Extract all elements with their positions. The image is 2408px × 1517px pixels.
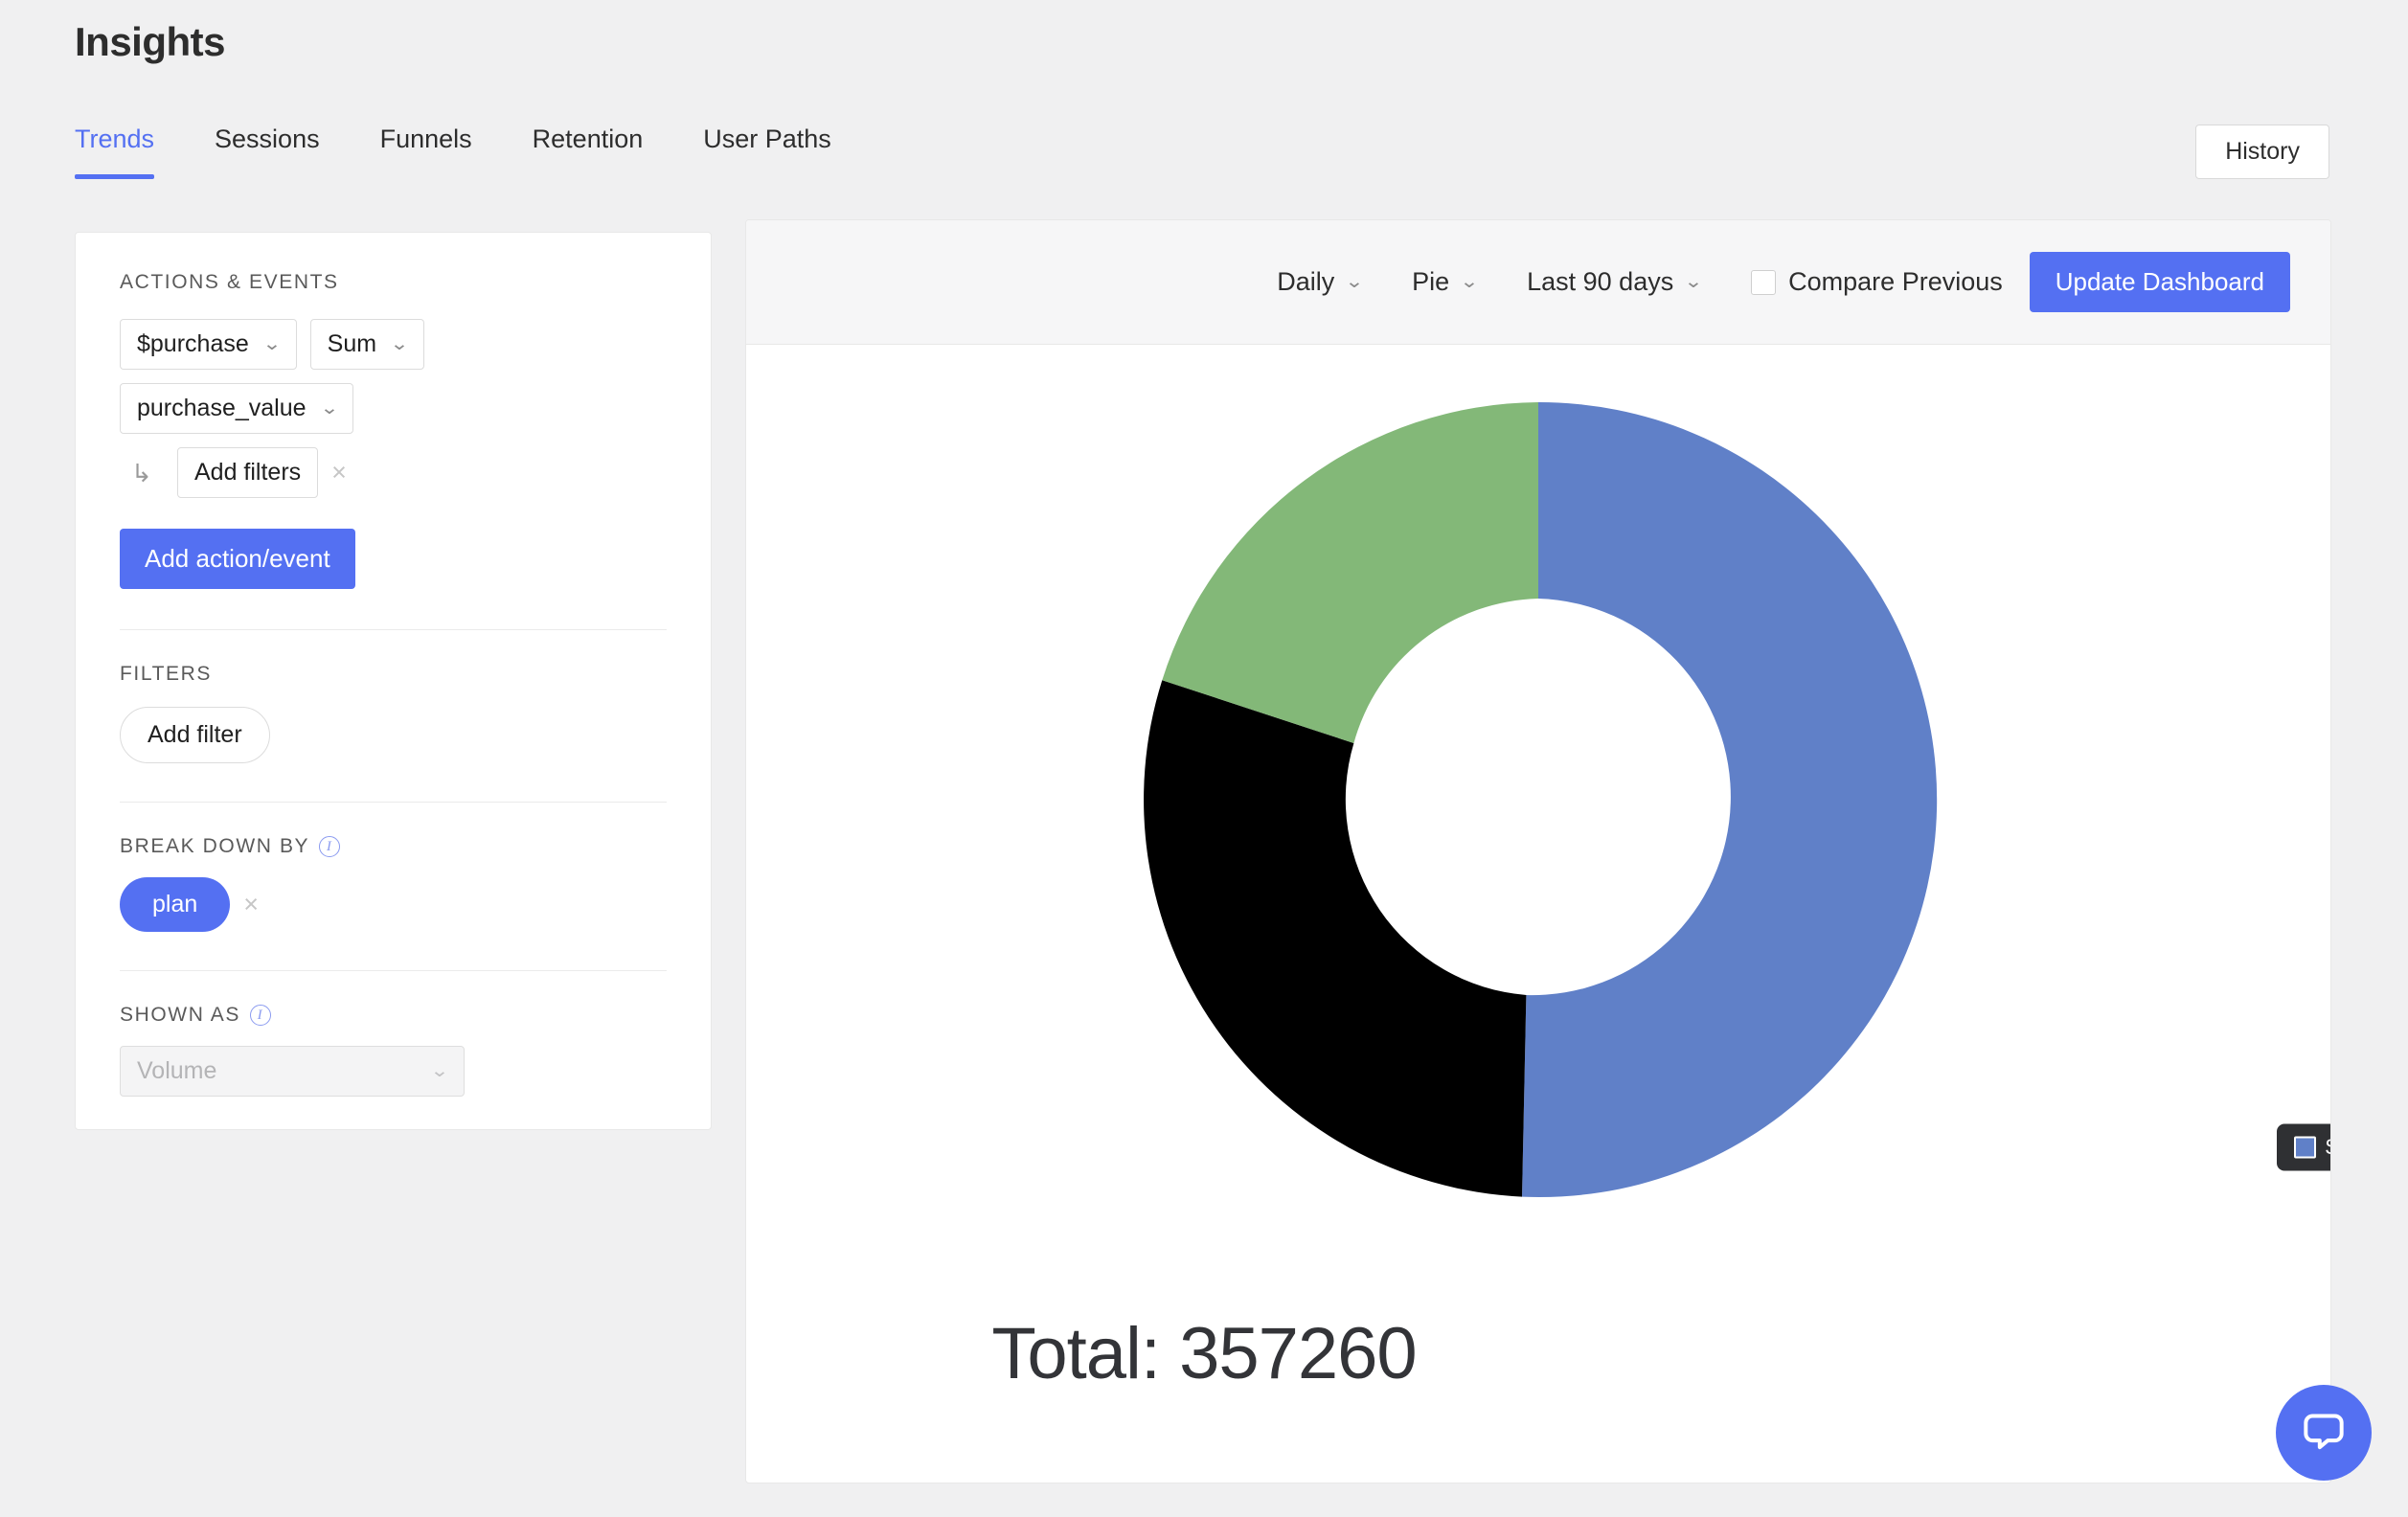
- chart-toolbar: Daily ⌄ Pie ⌄ Last 90 days ⌄ Compare Pre…: [746, 220, 2330, 345]
- tab-retention[interactable]: Retention: [533, 125, 644, 179]
- compare-previous-checkbox[interactable]: [1751, 270, 1776, 295]
- event-select[interactable]: $purchase ⌄: [120, 319, 297, 370]
- breakdown-tag-plan[interactable]: plan: [120, 877, 230, 932]
- breakdown-label: BREAK DOWN BY i: [120, 835, 667, 858]
- donut-slice-premium: [1522, 402, 1937, 1197]
- shown-as-value: Volume: [137, 1057, 216, 1085]
- chart-tooltip: $purchase - premium: 176430: [2277, 1124, 2331, 1171]
- add-action-event-button[interactable]: Add action/event: [120, 529, 355, 589]
- chart-type-select[interactable]: Pie ⌄: [1412, 267, 1477, 297]
- math-select-value: Sum: [328, 330, 376, 358]
- math-select[interactable]: Sum ⌄: [310, 319, 424, 370]
- chat-bubble-icon: [2297, 1406, 2351, 1460]
- chart-panel: Daily ⌄ Pie ⌄ Last 90 days ⌄ Compare Pre…: [745, 219, 2331, 1483]
- update-dashboard-button[interactable]: Update Dashboard: [2030, 252, 2290, 312]
- chart-total-label: Total: 357260: [0, 1312, 2408, 1395]
- insights-page: Insights Trends Sessions Funnels Retenti…: [0, 0, 2408, 1517]
- insight-config-panel: ACTIONS & EVENTS $purchase ⌄ Sum ⌄ purch…: [75, 232, 712, 1130]
- chevron-down-icon: ⌄: [390, 335, 409, 353]
- actions-events-label: ACTIONS & EVENTS: [120, 271, 667, 294]
- tab-bar: Trends Sessions Funnels Retention User P…: [75, 125, 892, 179]
- chevron-down-icon: ⌄: [1460, 273, 1479, 291]
- shown-as-label: SHOWN AS i: [120, 1004, 667, 1027]
- compare-previous-control[interactable]: Compare Previous: [1751, 267, 2003, 297]
- chart-type-value: Pie: [1412, 267, 1449, 297]
- chat-widget-button[interactable]: [2276, 1385, 2372, 1481]
- date-range-select[interactable]: Last 90 days ⌄: [1527, 267, 1701, 297]
- interval-select[interactable]: Daily ⌄: [1277, 267, 1362, 297]
- chevron-down-icon: ⌄: [1345, 273, 1364, 291]
- donut-slice-free: [1144, 680, 1526, 1196]
- chevron-down-icon: ⌄: [430, 1062, 449, 1080]
- tab-trends[interactable]: Trends: [75, 125, 154, 179]
- tab-sessions[interactable]: Sessions: [215, 125, 320, 179]
- donut-chart[interactable]: [1093, 350, 1984, 1250]
- interval-value: Daily: [1277, 267, 1334, 297]
- history-button[interactable]: History: [2195, 125, 2329, 179]
- page-title: Insights: [75, 19, 225, 65]
- info-icon[interactable]: i: [319, 836, 340, 857]
- filters-label: FILTERS: [120, 663, 667, 686]
- compare-previous-label: Compare Previous: [1788, 267, 2003, 297]
- tab-user-paths[interactable]: User Paths: [703, 125, 831, 179]
- property-select[interactable]: purchase_value ⌄: [120, 383, 353, 434]
- remove-event-icon[interactable]: ×: [331, 460, 347, 486]
- add-filters-button[interactable]: Add filters: [177, 447, 318, 498]
- date-range-value: Last 90 days: [1527, 267, 1673, 297]
- shown-as-select[interactable]: Volume ⌄: [120, 1046, 465, 1097]
- tooltip-color-swatch: [2294, 1137, 2316, 1159]
- add-filter-button[interactable]: Add filter: [120, 707, 270, 763]
- remove-breakdown-icon[interactable]: ×: [243, 892, 259, 917]
- add-filters-label: Add filters: [194, 459, 301, 487]
- chevron-down-icon: ⌄: [262, 335, 282, 353]
- property-select-value: purchase_value: [137, 395, 307, 422]
- nested-arrow-icon: ↳: [131, 461, 164, 486]
- chevron-down-icon: ⌄: [1684, 273, 1703, 291]
- event-select-value: $purchase: [137, 330, 249, 358]
- shown-as-label-text: SHOWN AS: [120, 1004, 240, 1027]
- chevron-down-icon: ⌄: [320, 399, 339, 418]
- info-icon[interactable]: i: [250, 1005, 271, 1026]
- tooltip-label: $purchase - premium: 176430: [2326, 1135, 2331, 1161]
- breakdown-label-text: BREAK DOWN BY: [120, 835, 309, 858]
- donut-slice-startup: [1162, 402, 1538, 743]
- tab-funnels[interactable]: Funnels: [380, 125, 472, 179]
